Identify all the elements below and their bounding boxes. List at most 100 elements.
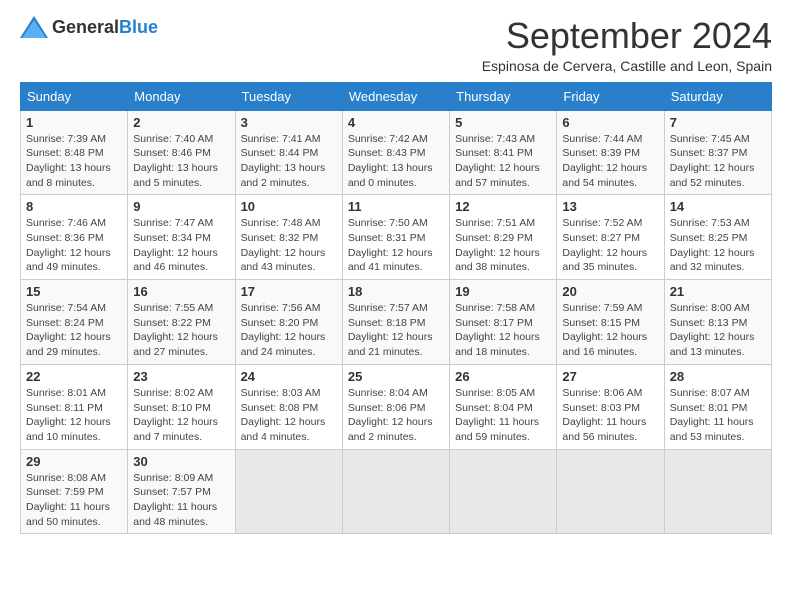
- day-cell: [557, 449, 664, 534]
- day-info: Sunrise: 7:57 AM Sunset: 8:18 PM Dayligh…: [348, 301, 444, 360]
- logo-general: General: [52, 17, 119, 37]
- day-info: Sunrise: 7:52 AM Sunset: 8:27 PM Dayligh…: [562, 216, 658, 275]
- page-header: GeneralBlue September 2024 Espinosa de C…: [20, 16, 772, 74]
- day-number: 30: [133, 454, 229, 469]
- day-number: 21: [670, 284, 766, 299]
- day-cell: 28 Sunrise: 8:07 AM Sunset: 8:01 PM Dayl…: [664, 364, 771, 449]
- day-cell: 7 Sunrise: 7:45 AM Sunset: 8:37 PM Dayli…: [664, 110, 771, 195]
- day-cell: 19 Sunrise: 7:58 AM Sunset: 8:17 PM Dayl…: [450, 280, 557, 365]
- day-number: 11: [348, 199, 444, 214]
- day-cell: 30 Sunrise: 8:09 AM Sunset: 7:57 PM Dayl…: [128, 449, 235, 534]
- day-cell: 17 Sunrise: 7:56 AM Sunset: 8:20 PM Dayl…: [235, 280, 342, 365]
- week-row-3: 15 Sunrise: 7:54 AM Sunset: 8:24 PM Dayl…: [21, 280, 772, 365]
- title-block: September 2024 Espinosa de Cervera, Cast…: [482, 16, 772, 74]
- day-number: 18: [348, 284, 444, 299]
- week-row-5: 29 Sunrise: 8:08 AM Sunset: 7:59 PM Dayl…: [21, 449, 772, 534]
- day-number: 29: [26, 454, 122, 469]
- header-tuesday: Tuesday: [235, 82, 342, 110]
- day-cell: 5 Sunrise: 7:43 AM Sunset: 8:41 PM Dayli…: [450, 110, 557, 195]
- day-info: Sunrise: 7:54 AM Sunset: 8:24 PM Dayligh…: [26, 301, 122, 360]
- day-cell: [450, 449, 557, 534]
- day-cell: 3 Sunrise: 7:41 AM Sunset: 8:44 PM Dayli…: [235, 110, 342, 195]
- day-cell: 13 Sunrise: 7:52 AM Sunset: 8:27 PM Dayl…: [557, 195, 664, 280]
- day-number: 22: [26, 369, 122, 384]
- day-cell: 22 Sunrise: 8:01 AM Sunset: 8:11 PM Dayl…: [21, 364, 128, 449]
- day-cell: [235, 449, 342, 534]
- day-info: Sunrise: 7:41 AM Sunset: 8:44 PM Dayligh…: [241, 132, 337, 191]
- day-info: Sunrise: 7:42 AM Sunset: 8:43 PM Dayligh…: [348, 132, 444, 191]
- day-cell: 26 Sunrise: 8:05 AM Sunset: 8:04 PM Dayl…: [450, 364, 557, 449]
- day-number: 3: [241, 115, 337, 130]
- day-cell: 21 Sunrise: 8:00 AM Sunset: 8:13 PM Dayl…: [664, 280, 771, 365]
- day-cell: 23 Sunrise: 8:02 AM Sunset: 8:10 PM Dayl…: [128, 364, 235, 449]
- logo-blue: Blue: [119, 17, 158, 37]
- day-number: 1: [26, 115, 122, 130]
- day-info: Sunrise: 7:43 AM Sunset: 8:41 PM Dayligh…: [455, 132, 551, 191]
- day-info: Sunrise: 7:45 AM Sunset: 8:37 PM Dayligh…: [670, 132, 766, 191]
- day-number: 27: [562, 369, 658, 384]
- logo-icon: [20, 16, 48, 38]
- day-info: Sunrise: 8:02 AM Sunset: 8:10 PM Dayligh…: [133, 386, 229, 445]
- day-number: 7: [670, 115, 766, 130]
- day-cell: 2 Sunrise: 7:40 AM Sunset: 8:46 PM Dayli…: [128, 110, 235, 195]
- header-sunday: Sunday: [21, 82, 128, 110]
- header-monday: Monday: [128, 82, 235, 110]
- week-row-1: 1 Sunrise: 7:39 AM Sunset: 8:48 PM Dayli…: [21, 110, 772, 195]
- day-number: 8: [26, 199, 122, 214]
- day-number: 10: [241, 199, 337, 214]
- day-info: Sunrise: 7:51 AM Sunset: 8:29 PM Dayligh…: [455, 216, 551, 275]
- day-info: Sunrise: 7:40 AM Sunset: 8:46 PM Dayligh…: [133, 132, 229, 191]
- day-number: 14: [670, 199, 766, 214]
- day-number: 4: [348, 115, 444, 130]
- location-title: Espinosa de Cervera, Castille and Leon, …: [482, 58, 772, 74]
- day-cell: 16 Sunrise: 7:55 AM Sunset: 8:22 PM Dayl…: [128, 280, 235, 365]
- day-number: 15: [26, 284, 122, 299]
- day-number: 5: [455, 115, 551, 130]
- day-info: Sunrise: 8:09 AM Sunset: 7:57 PM Dayligh…: [133, 471, 229, 530]
- day-cell: [664, 449, 771, 534]
- day-cell: 15 Sunrise: 7:54 AM Sunset: 8:24 PM Dayl…: [21, 280, 128, 365]
- day-number: 23: [133, 369, 229, 384]
- day-number: 9: [133, 199, 229, 214]
- day-cell: 9 Sunrise: 7:47 AM Sunset: 8:34 PM Dayli…: [128, 195, 235, 280]
- day-info: Sunrise: 8:05 AM Sunset: 8:04 PM Dayligh…: [455, 386, 551, 445]
- logo: GeneralBlue: [20, 16, 158, 38]
- day-cell: 4 Sunrise: 7:42 AM Sunset: 8:43 PM Dayli…: [342, 110, 449, 195]
- day-cell: 25 Sunrise: 8:04 AM Sunset: 8:06 PM Dayl…: [342, 364, 449, 449]
- day-cell: [342, 449, 449, 534]
- day-cell: 8 Sunrise: 7:46 AM Sunset: 8:36 PM Dayli…: [21, 195, 128, 280]
- day-number: 12: [455, 199, 551, 214]
- day-cell: 20 Sunrise: 7:59 AM Sunset: 8:15 PM Dayl…: [557, 280, 664, 365]
- day-info: Sunrise: 8:03 AM Sunset: 8:08 PM Dayligh…: [241, 386, 337, 445]
- day-info: Sunrise: 7:50 AM Sunset: 8:31 PM Dayligh…: [348, 216, 444, 275]
- day-info: Sunrise: 8:08 AM Sunset: 7:59 PM Dayligh…: [26, 471, 122, 530]
- month-title: September 2024: [482, 16, 772, 56]
- day-cell: 11 Sunrise: 7:50 AM Sunset: 8:31 PM Dayl…: [342, 195, 449, 280]
- day-cell: 1 Sunrise: 7:39 AM Sunset: 8:48 PM Dayli…: [21, 110, 128, 195]
- day-number: 24: [241, 369, 337, 384]
- day-number: 17: [241, 284, 337, 299]
- day-info: Sunrise: 7:44 AM Sunset: 8:39 PM Dayligh…: [562, 132, 658, 191]
- day-number: 26: [455, 369, 551, 384]
- day-info: Sunrise: 7:59 AM Sunset: 8:15 PM Dayligh…: [562, 301, 658, 360]
- day-number: 2: [133, 115, 229, 130]
- week-row-4: 22 Sunrise: 8:01 AM Sunset: 8:11 PM Dayl…: [21, 364, 772, 449]
- day-info: Sunrise: 7:55 AM Sunset: 8:22 PM Dayligh…: [133, 301, 229, 360]
- week-row-2: 8 Sunrise: 7:46 AM Sunset: 8:36 PM Dayli…: [21, 195, 772, 280]
- day-info: Sunrise: 7:56 AM Sunset: 8:20 PM Dayligh…: [241, 301, 337, 360]
- day-number: 25: [348, 369, 444, 384]
- day-info: Sunrise: 7:39 AM Sunset: 8:48 PM Dayligh…: [26, 132, 122, 191]
- header-friday: Friday: [557, 82, 664, 110]
- day-cell: 14 Sunrise: 7:53 AM Sunset: 8:25 PM Dayl…: [664, 195, 771, 280]
- day-info: Sunrise: 7:46 AM Sunset: 8:36 PM Dayligh…: [26, 216, 122, 275]
- day-number: 19: [455, 284, 551, 299]
- day-cell: 10 Sunrise: 7:48 AM Sunset: 8:32 PM Dayl…: [235, 195, 342, 280]
- calendar-table: SundayMondayTuesdayWednesdayThursdayFrid…: [20, 82, 772, 535]
- day-cell: 6 Sunrise: 7:44 AM Sunset: 8:39 PM Dayli…: [557, 110, 664, 195]
- day-number: 28: [670, 369, 766, 384]
- day-cell: 24 Sunrise: 8:03 AM Sunset: 8:08 PM Dayl…: [235, 364, 342, 449]
- day-info: Sunrise: 7:58 AM Sunset: 8:17 PM Dayligh…: [455, 301, 551, 360]
- day-info: Sunrise: 8:06 AM Sunset: 8:03 PM Dayligh…: [562, 386, 658, 445]
- header-saturday: Saturday: [664, 82, 771, 110]
- day-cell: 18 Sunrise: 7:57 AM Sunset: 8:18 PM Dayl…: [342, 280, 449, 365]
